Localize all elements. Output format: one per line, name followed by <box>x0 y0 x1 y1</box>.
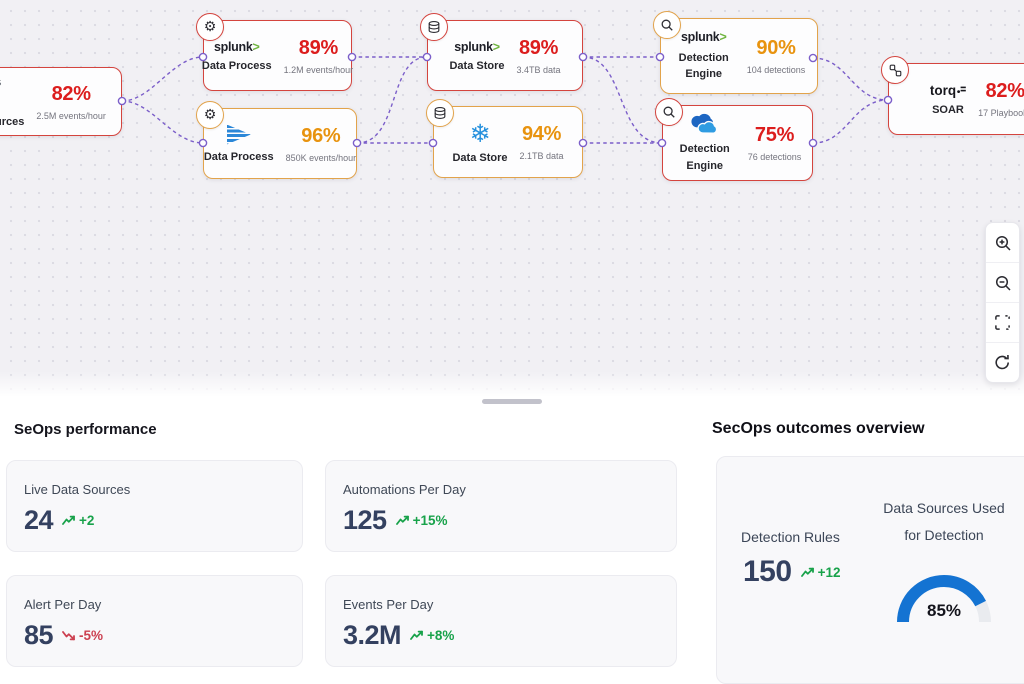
node-metric: 76 detections <box>748 152 802 162</box>
node-label: Data Sources <box>0 116 24 128</box>
node-label: SOAR <box>932 104 964 116</box>
outcomes-section-title: SecOps outcomes overview <box>712 420 925 438</box>
metric-trend: -5% <box>62 628 103 643</box>
trend-up-icon <box>801 567 815 578</box>
splunk-logo: splunk> <box>681 30 726 44</box>
search-icon <box>655 98 683 126</box>
node-health-percent: 96% <box>301 125 340 148</box>
canvas-toolbar <box>985 222 1020 383</box>
search-icon <box>653 11 681 39</box>
trend-up-icon <box>62 515 76 526</box>
node-metric: 1.2M events/hour <box>284 65 354 75</box>
workflow-icon <box>881 56 909 84</box>
node-soar-torq[interactable]: torq SOAR 82% 17 Playbooks <box>888 63 1024 135</box>
panel-drag-handle[interactable] <box>482 399 542 404</box>
trend-up-icon <box>410 630 424 641</box>
torq-logo: torq <box>930 83 966 98</box>
node-label: Data Store <box>449 60 504 72</box>
flow-canvas[interactable]: aws +25 Data Sources 82% 2.5M events/hou… <box>0 0 1024 397</box>
metric-card-live-data-sources: Live Data Sources 24 +2 <box>6 460 303 552</box>
node-data-store-snowflake[interactable]: ❄ Data Store 94% 2.1TB data <box>433 106 583 178</box>
stream-processor-icon <box>227 125 251 145</box>
node-health-percent: 90% <box>756 37 795 60</box>
node-detection-engine-splunk[interactable]: splunk> Detection Engine 90% 104 detecti… <box>660 18 818 94</box>
metric-label: Live Data Sources <box>24 482 285 497</box>
node-label: Detection Engine <box>673 50 735 83</box>
database-icon <box>426 99 454 127</box>
zoom-out-button[interactable] <box>986 263 1019 303</box>
performance-section-title: SeOps performance <box>14 421 157 438</box>
node-data-process-stream[interactable]: ⚙ Data Process 96% 850K events/hour <box>203 108 357 179</box>
node-label: Data Store <box>452 152 507 164</box>
metric-value: 125 <box>343 505 387 536</box>
splunk-logo: splunk> <box>214 40 259 54</box>
node-metric: 850K events/hour <box>286 153 357 163</box>
torq-logo-mark <box>957 83 966 94</box>
node-health-percent: 89% <box>299 37 338 60</box>
outcomes-card: Detection Rules 150 +12 Data Sources Use… <box>716 456 1024 684</box>
aws-logo-text: aws <box>0 76 1 88</box>
node-metric: 2.1TB data <box>520 151 564 161</box>
gear-icon: ⚙ <box>196 13 224 41</box>
metric-value: 85 <box>24 620 53 651</box>
stats-panel: SeOps performance Live Data Sources 24 +… <box>0 397 1024 664</box>
node-metric: 2.5M events/hour <box>36 111 106 121</box>
detection-rules-value: 150 <box>743 555 792 589</box>
gauge-label: Data Sources Used for Detection <box>853 495 1024 549</box>
node-health-percent: 94% <box>522 123 561 146</box>
node-health-percent: 89% <box>519 37 558 60</box>
database-icon <box>420 13 448 41</box>
node-health-percent: 82% <box>986 80 1024 103</box>
cloud-icon <box>687 112 723 135</box>
trend-down-icon <box>62 630 76 641</box>
trend-up-icon <box>396 515 410 526</box>
aws-logo: aws <box>0 76 1 97</box>
metric-card-events-per-day: Events Per Day 3.2M +8% <box>325 575 677 667</box>
refresh-icon[interactable] <box>986 343 1019 382</box>
node-data-process-splunk[interactable]: ⚙ splunk> Data Process 89% 1.2M events/h… <box>203 20 352 91</box>
metric-label: Automations Per Day <box>343 482 659 497</box>
canvas-bottom-fade <box>0 371 1024 397</box>
node-label: Detection Engine <box>674 141 736 174</box>
node-metric: 3.4TB data <box>517 65 561 75</box>
fit-view-button[interactable] <box>986 303 1019 343</box>
detection-rules-trend: +12 <box>801 565 841 580</box>
node-data-sources-aws[interactable]: aws +25 Data Sources 82% 2.5M events/hou… <box>0 67 122 136</box>
gear-icon: ⚙ <box>196 101 224 129</box>
splunk-logo: splunk> <box>454 40 499 54</box>
metric-card-automations-per-day: Automations Per Day 125 +15% <box>325 460 677 552</box>
metric-value: 24 <box>24 505 53 536</box>
node-data-store-splunk[interactable]: splunk> Data Store 89% 3.4TB data <box>427 20 583 91</box>
zoom-in-button[interactable] <box>986 223 1019 263</box>
node-health-percent: 75% <box>755 124 794 147</box>
metric-label: Alert Per Day <box>24 597 285 612</box>
metric-value: 3.2M <box>343 620 401 651</box>
node-label: Data Process <box>204 151 274 163</box>
gauge-value: 85% <box>896 601 992 621</box>
snowflake-icon: ❄ <box>470 121 491 146</box>
detection-rules-label: Detection Rules <box>741 529 840 545</box>
metric-trend: +8% <box>410 628 454 643</box>
metric-label: Events Per Day <box>343 597 659 612</box>
node-metric: 17 Playbooks <box>978 108 1024 118</box>
node-detection-engine-cloud[interactable]: Detection Engine 75% 76 detections <box>662 105 813 181</box>
metric-card-alert-per-day: Alert Per Day 85 -5% <box>6 575 303 667</box>
node-metric: 104 detections <box>747 65 806 75</box>
node-health-percent: 82% <box>52 83 91 106</box>
metric-trend: +2 <box>62 513 94 528</box>
node-label: Data Process <box>202 60 272 72</box>
metric-trend: +15% <box>396 513 448 528</box>
